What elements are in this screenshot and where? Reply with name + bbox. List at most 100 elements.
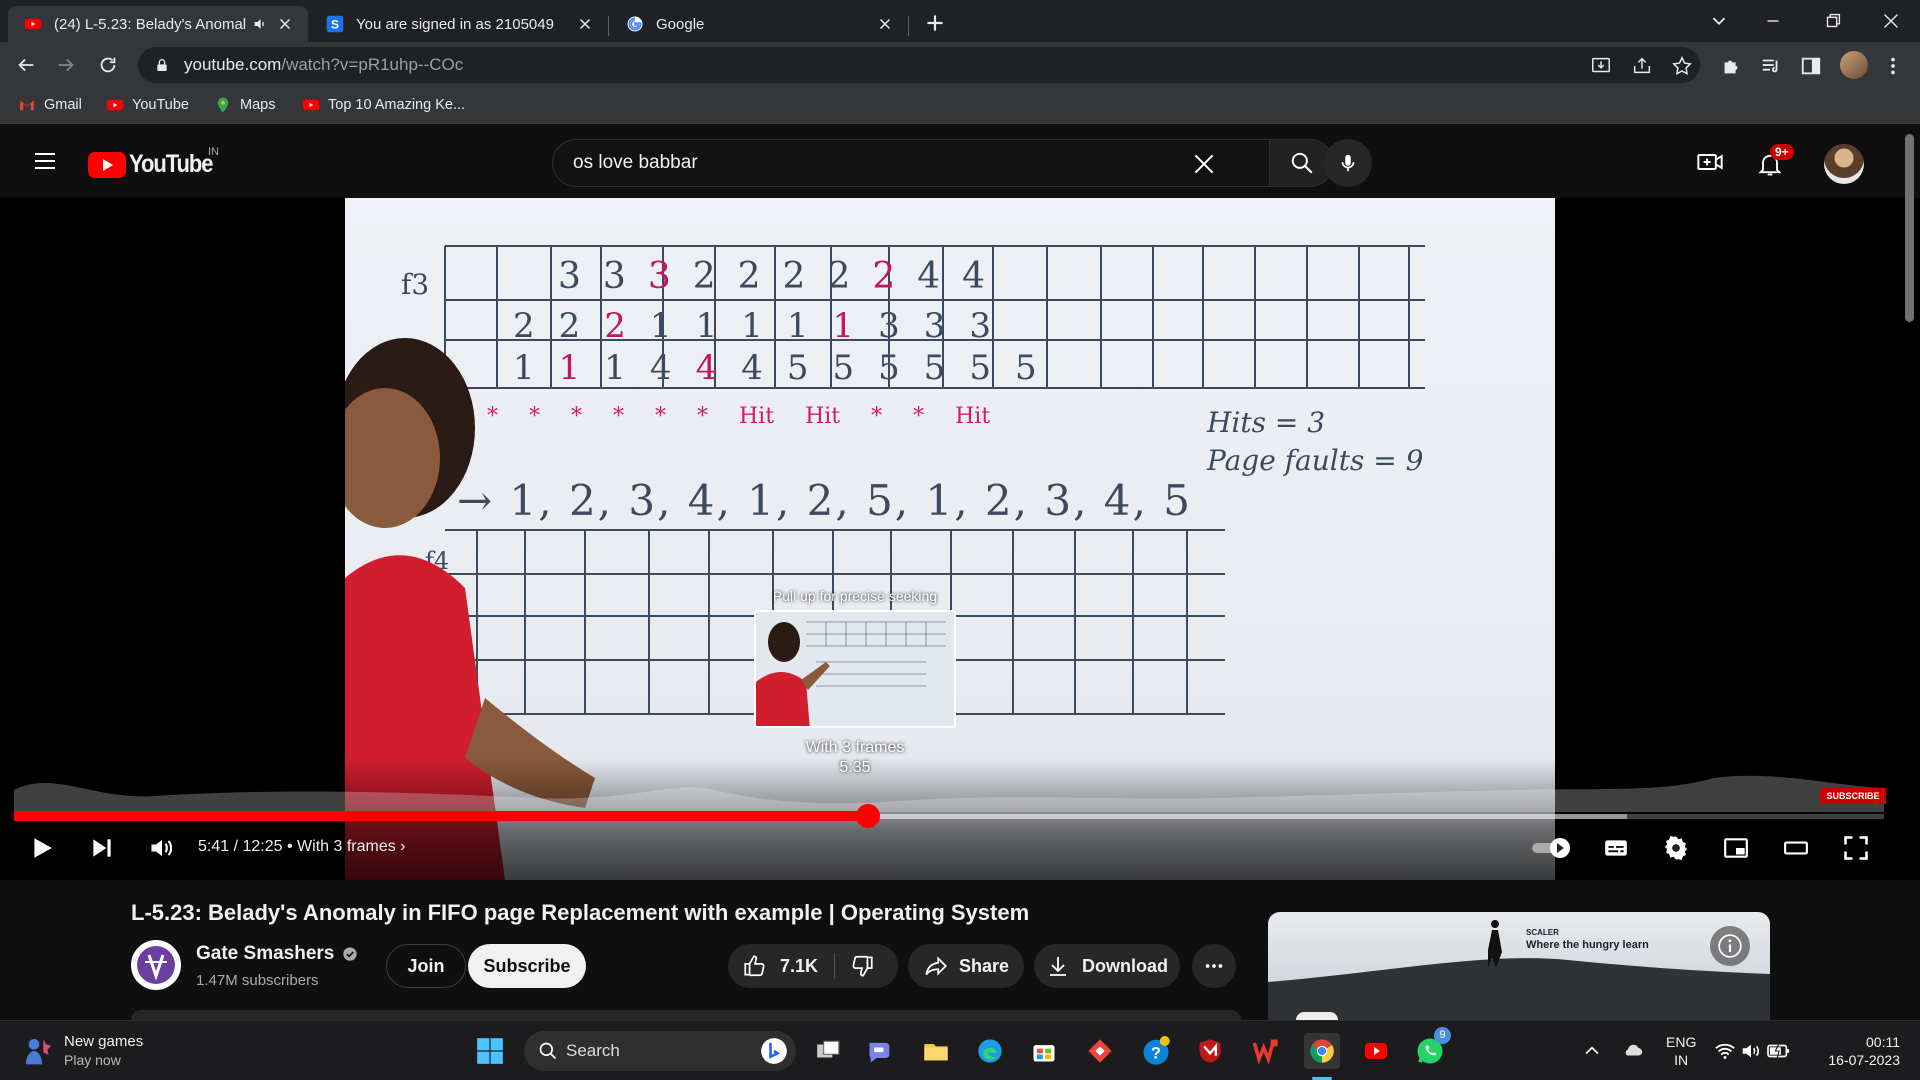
side-panel-icon[interactable] bbox=[1800, 55, 1822, 77]
share-button[interactable]: Share bbox=[908, 944, 1024, 988]
microsoft-store-button[interactable] bbox=[1028, 1035, 1060, 1067]
hamburger-menu-icon[interactable] bbox=[32, 149, 58, 173]
onedrive-cloud-icon[interactable] bbox=[1620, 1039, 1646, 1061]
cell: 3 bbox=[878, 306, 924, 346]
new-tab-icon[interactable] bbox=[922, 10, 948, 36]
video-player[interactable]: f3 3332222244 22211111333 111444555555 *… bbox=[0, 198, 1920, 880]
clock[interactable]: 00:11 16-07-2023 bbox=[1818, 1033, 1900, 1069]
youtube-logo-icon bbox=[88, 151, 126, 178]
wifi-icon[interactable] bbox=[1714, 1040, 1736, 1062]
extensions-puzzle-icon[interactable] bbox=[1720, 55, 1742, 77]
file-explorer-button[interactable] bbox=[920, 1035, 952, 1067]
anydesk-button[interactable] bbox=[1084, 1035, 1116, 1067]
whatsapp-button[interactable]: 9 bbox=[1414, 1027, 1451, 1067]
reading-list-icon[interactable] bbox=[1760, 55, 1782, 77]
channel-name[interactable]: Gate Smashers bbox=[196, 943, 358, 965]
voice-search-button[interactable] bbox=[1324, 139, 1372, 187]
ad-info-button[interactable] bbox=[1710, 926, 1750, 966]
progress-bar-played[interactable] bbox=[14, 811, 868, 821]
clear-search-icon[interactable] bbox=[1191, 151, 1217, 177]
subscribe-watermark[interactable]: SUBSCRIBE bbox=[1820, 788, 1886, 804]
theater-mode-button[interactable] bbox=[1776, 828, 1816, 868]
download-button[interactable]: Download bbox=[1034, 944, 1180, 988]
youtube-taskbar-button[interactable] bbox=[1360, 1035, 1392, 1067]
chapter-chevron-icon[interactable]: › bbox=[400, 838, 405, 855]
lock-icon[interactable] bbox=[154, 57, 170, 73]
widgets-button[interactable]: New games Play now bbox=[22, 1033, 143, 1069]
start-button[interactable] bbox=[474, 1035, 506, 1067]
address-bar-row: youtube.com/watch?v=pR1uhp--COc bbox=[0, 42, 1920, 88]
speaker-icon[interactable] bbox=[252, 16, 268, 32]
teams-chat-button[interactable] bbox=[864, 1035, 896, 1067]
bookmarks-bar: Gmail YouTube Maps Top 10 Amazing Ke... bbox=[0, 88, 1920, 124]
bookmark-top10[interactable]: Top 10 Amazing Ke... bbox=[302, 96, 465, 114]
next-video-button[interactable] bbox=[82, 828, 122, 868]
close-tab-icon[interactable] bbox=[576, 15, 594, 33]
close-tab-icon[interactable] bbox=[876, 15, 894, 33]
mark: Hit bbox=[955, 404, 991, 429]
settings-button[interactable] bbox=[1656, 828, 1696, 868]
youtube-logo[interactable]: YouTube bbox=[88, 150, 224, 179]
share-page-icon[interactable] bbox=[1631, 55, 1653, 77]
ad-banner[interactable]: SCALER Where the hungry learn bbox=[1268, 912, 1770, 1024]
like-button[interactable]: 7.1K bbox=[742, 953, 818, 979]
mcafee-button[interactable] bbox=[1194, 1035, 1226, 1067]
create-video-icon[interactable] bbox=[1696, 148, 1724, 176]
description-box-edge[interactable] bbox=[131, 1010, 1241, 1020]
chrome-taskbar-button[interactable] bbox=[1304, 1033, 1340, 1069]
join-button[interactable]: Join bbox=[386, 944, 466, 988]
play-button[interactable] bbox=[22, 828, 62, 868]
reload-button[interactable] bbox=[94, 51, 122, 79]
account-avatar[interactable] bbox=[1824, 144, 1864, 184]
tab-google[interactable]: Google bbox=[610, 6, 908, 42]
wps-office-button[interactable] bbox=[1250, 1035, 1282, 1067]
battery-charging-icon[interactable] bbox=[1766, 1040, 1792, 1062]
bookmark-maps[interactable]: Maps bbox=[214, 96, 275, 114]
restore-icon[interactable] bbox=[1822, 10, 1844, 32]
more-actions-button[interactable] bbox=[1192, 944, 1236, 988]
subscribe-button[interactable]: Subscribe bbox=[468, 944, 586, 988]
miniplayer-button[interactable] bbox=[1716, 828, 1756, 868]
bookmark-star-icon[interactable] bbox=[1671, 55, 1693, 77]
bookmark-gmail[interactable]: Gmail bbox=[18, 96, 82, 114]
page-scrollbar-thumb[interactable] bbox=[1905, 134, 1914, 322]
notifications-button[interactable]: 9+ bbox=[1756, 144, 1794, 178]
search-input[interactable]: os love babbar bbox=[552, 139, 1270, 187]
tab-title: You are signed in as 2105049 bbox=[356, 15, 554, 33]
edge-button[interactable] bbox=[974, 1035, 1006, 1067]
subtitles-button[interactable] bbox=[1596, 828, 1636, 868]
tab-youtube-video[interactable]: (24) L-5.23: Belady's Anomaly bbox=[8, 6, 308, 42]
help-app-button[interactable]: ? bbox=[1140, 1035, 1172, 1067]
chapter-title[interactable]: With 3 frames bbox=[297, 838, 396, 855]
profile-avatar[interactable] bbox=[1840, 51, 1868, 79]
autoplay-toggle[interactable] bbox=[1530, 828, 1576, 868]
taskbar-search[interactable]: Search bbox=[524, 1031, 796, 1071]
language-indicator[interactable]: ENG IN bbox=[1666, 1033, 1696, 1069]
tab-signed-in[interactable]: S You are signed in as 2105049 bbox=[310, 6, 608, 42]
forward-button[interactable] bbox=[52, 51, 80, 79]
mute-button[interactable] bbox=[142, 828, 182, 868]
minimize-icon[interactable] bbox=[1762, 10, 1784, 32]
bookmark-youtube[interactable]: YouTube bbox=[106, 96, 189, 114]
back-button[interactable] bbox=[12, 51, 40, 79]
youtube-header: YouTube IN os love babbar 9+ bbox=[0, 124, 1920, 198]
show-hidden-icons-icon[interactable] bbox=[1582, 1041, 1602, 1061]
tab-search-chevron-icon[interactable] bbox=[1708, 10, 1730, 32]
whatsapp-badge: 9 bbox=[1434, 1027, 1451, 1044]
search-icon bbox=[539, 1042, 557, 1060]
volume-tray-icon[interactable] bbox=[1740, 1040, 1762, 1062]
task-view-button[interactable] bbox=[812, 1035, 844, 1067]
task-view-icon bbox=[817, 1040, 840, 1058]
chrome-menu-icon[interactable] bbox=[1882, 55, 1904, 77]
seek-preview-label: With 3 frames 5:35 bbox=[754, 738, 956, 778]
url-field[interactable]: youtube.com/watch?v=pR1uhp--COc bbox=[138, 47, 1700, 83]
search-icon bbox=[1291, 152, 1312, 174]
fullscreen-button[interactable] bbox=[1836, 828, 1876, 868]
close-tab-icon[interactable] bbox=[276, 15, 294, 33]
progress-scrubber-handle[interactable] bbox=[855, 804, 880, 828]
bing-icon bbox=[761, 1038, 787, 1064]
dislike-button[interactable] bbox=[849, 953, 875, 979]
channel-avatar[interactable] bbox=[131, 940, 181, 990]
install-app-icon[interactable] bbox=[1590, 55, 1612, 77]
close-window-icon[interactable] bbox=[1880, 10, 1902, 32]
